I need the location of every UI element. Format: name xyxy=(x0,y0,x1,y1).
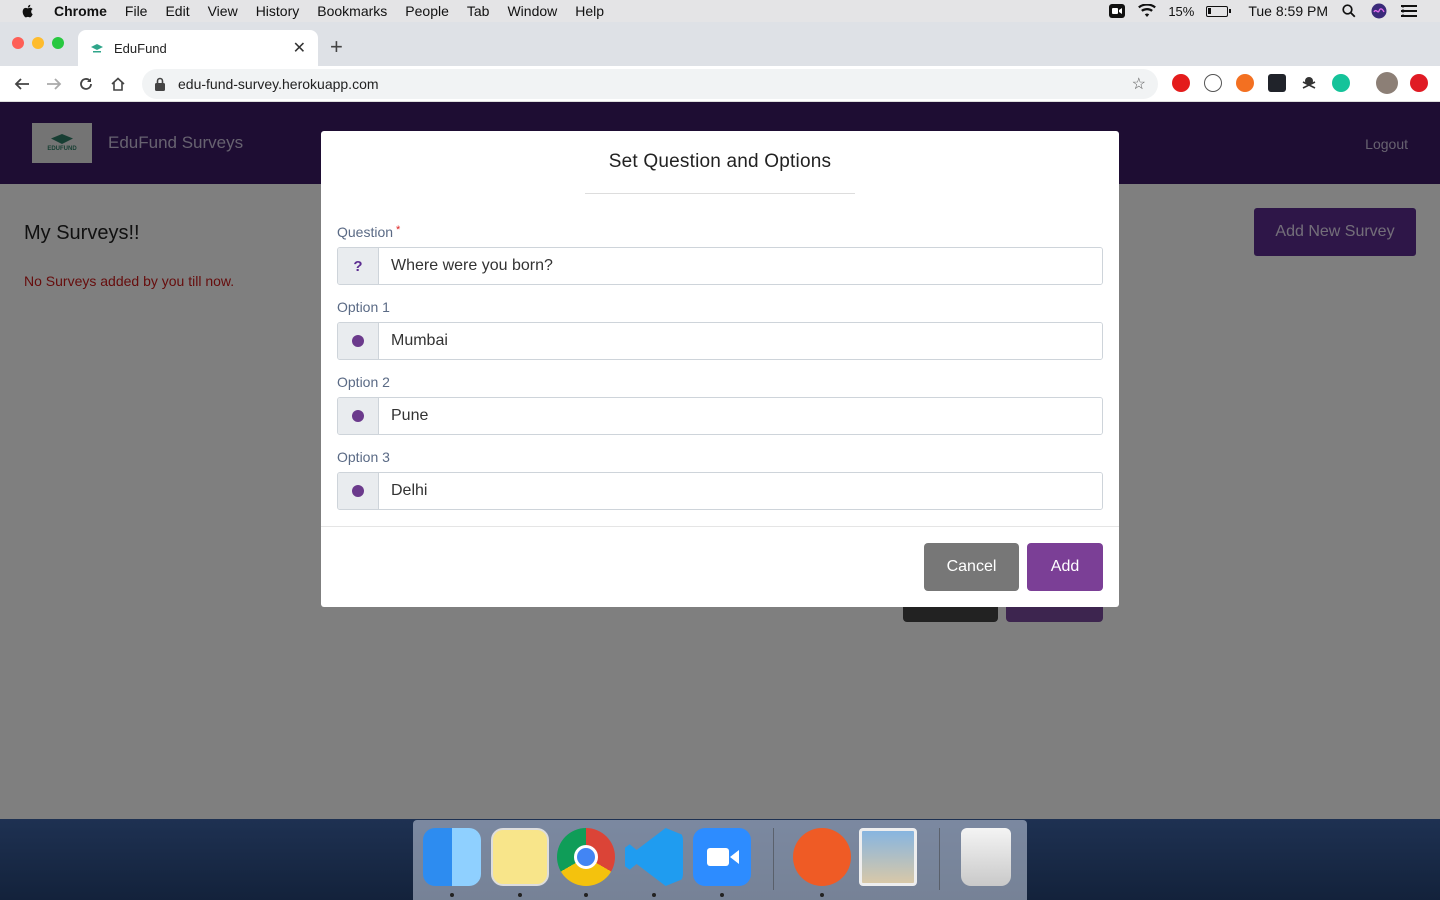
window-zoom-button[interactable] xyxy=(52,37,64,49)
option-2-label: Option 2 xyxy=(337,374,390,390)
menu-history[interactable]: History xyxy=(256,3,300,19)
menu-edit[interactable]: Edit xyxy=(165,3,189,19)
chrome-tabstrip: EduFund ✕ + xyxy=(0,22,1440,66)
spotlight-search-icon[interactable] xyxy=(1340,3,1358,19)
home-icon[interactable] xyxy=(108,74,128,94)
siri-icon[interactable] xyxy=(1370,3,1388,19)
new-tab-button[interactable]: + xyxy=(330,34,343,60)
chrome-icon[interactable] xyxy=(557,828,615,886)
macos-dock xyxy=(413,820,1027,900)
option-bullet-icon xyxy=(338,398,379,434)
extension-orange-icon[interactable] xyxy=(1236,74,1254,92)
battery-icon[interactable] xyxy=(1206,5,1232,17)
title-divider xyxy=(585,193,855,194)
url-text: edu-fund-survey.herokuapp.com xyxy=(178,76,379,92)
zoom-app-icon[interactable] xyxy=(693,828,751,886)
menu-help[interactable]: Help xyxy=(575,3,604,19)
forward-arrow-icon[interactable] xyxy=(44,74,64,94)
cancel-button[interactable]: Cancel xyxy=(924,543,1019,591)
option-1-label: Option 1 xyxy=(337,299,390,315)
postman-icon[interactable] xyxy=(793,828,851,886)
question-label: Question * xyxy=(337,224,400,240)
tab-close-icon[interactable]: ✕ xyxy=(293,38,306,58)
question-modal: Set Question and Options Question* ? Opt… xyxy=(321,131,1119,607)
chrome-toolbar: edu-fund-survey.herokuapp.com ☆ xyxy=(0,66,1440,102)
postman-running-indicator xyxy=(820,893,824,897)
menu-bookmarks[interactable]: Bookmarks xyxy=(317,3,387,19)
control-center-icon[interactable] xyxy=(1400,3,1418,19)
browser-tab-edufund[interactable]: EduFund ✕ xyxy=(78,30,318,66)
window-close-button[interactable] xyxy=(12,37,24,49)
modal-title: Set Question and Options xyxy=(608,151,832,172)
reload-icon[interactable] xyxy=(76,74,96,94)
wifi-icon[interactable] xyxy=(1138,3,1157,19)
battery-percentage: 15% xyxy=(1168,3,1195,19)
macos-menubar: Chrome File Edit View History Bookmarks … xyxy=(0,0,1440,22)
clock[interactable]: Tue 8:59 PM xyxy=(1248,3,1328,19)
lock-icon[interactable] xyxy=(154,77,166,91)
preview-icon[interactable] xyxy=(859,828,917,886)
zoom-running-indicator xyxy=(720,893,724,897)
extension-grammarly-icon[interactable] xyxy=(1332,74,1350,92)
menu-view[interactable]: View xyxy=(208,3,238,19)
notes-icon[interactable] xyxy=(491,828,549,886)
address-bar[interactable]: edu-fund-survey.herokuapp.com ☆ xyxy=(142,69,1158,99)
option-2-input-group xyxy=(337,397,1103,435)
finder-running-indicator xyxy=(450,893,454,897)
vscode-running-indicator xyxy=(652,893,656,897)
question-label-text: Question xyxy=(337,224,394,240)
menu-window[interactable]: Window xyxy=(507,3,557,19)
bookmark-star-icon[interactable]: ☆ xyxy=(1132,74,1146,94)
option-3-label: Option 3 xyxy=(337,449,390,465)
apple-icon[interactable] xyxy=(20,3,36,19)
zoom-status-icon[interactable] xyxy=(1108,3,1126,19)
vscode-icon[interactable] xyxy=(625,828,683,886)
extension-pirate-icon[interactable] xyxy=(1300,74,1318,92)
dock-separator xyxy=(939,828,940,890)
option-3-input[interactable] xyxy=(379,473,1102,509)
tab-title: EduFund xyxy=(114,40,167,56)
extension-react-devtools-icon[interactable] xyxy=(1268,74,1286,92)
dock-separator xyxy=(773,828,774,890)
option-1-input[interactable] xyxy=(379,323,1102,359)
question-input[interactable] xyxy=(379,248,1102,284)
add-button[interactable]: Add xyxy=(1027,543,1103,591)
menu-file[interactable]: File xyxy=(125,3,148,19)
notes-running-indicator xyxy=(518,893,522,897)
trash-icon[interactable] xyxy=(961,828,1011,886)
menu-tab[interactable]: Tab xyxy=(467,3,490,19)
back-arrow-icon[interactable] xyxy=(12,74,32,94)
window-minimize-button[interactable] xyxy=(32,37,44,49)
question-input-group: ? xyxy=(337,247,1103,285)
menu-app-chrome[interactable]: Chrome xyxy=(54,3,107,19)
required-marker: * xyxy=(396,224,401,236)
extension-json-icon[interactable] xyxy=(1204,74,1222,92)
option-3-input-group xyxy=(337,472,1103,510)
option-1-input-group xyxy=(337,322,1103,360)
extension-update-icon[interactable] xyxy=(1410,74,1428,92)
option-2-input[interactable] xyxy=(379,398,1102,434)
question-mark-icon: ? xyxy=(338,248,379,284)
menu-people[interactable]: People xyxy=(405,3,449,19)
option-bullet-icon xyxy=(338,323,379,359)
finder-icon[interactable] xyxy=(423,828,481,886)
edufund-favicon-icon xyxy=(91,44,103,53)
option-bullet-icon xyxy=(338,473,379,509)
modal-footer-divider xyxy=(321,526,1119,527)
profile-avatar[interactable] xyxy=(1376,72,1398,94)
extension-adblock-icon[interactable] xyxy=(1172,74,1190,92)
chrome-running-indicator xyxy=(584,893,588,897)
